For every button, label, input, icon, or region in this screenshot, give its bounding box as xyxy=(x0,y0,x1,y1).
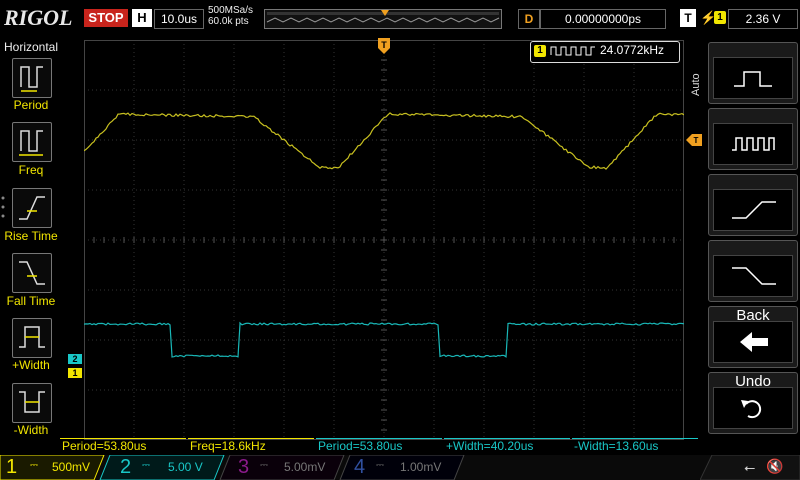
channel-1-scale[interactable]: 500mV xyxy=(52,455,90,480)
delay-indicator[interactable]: D xyxy=(518,9,540,29)
trigger-indicator[interactable]: T xyxy=(680,9,696,27)
measurement-negative-width[interactable]: -Width=13.60us xyxy=(572,438,698,454)
auto-falling-edge-button[interactable] xyxy=(708,240,798,302)
speaker-muted-icon[interactable]: 🔇 xyxy=(766,458,783,475)
negative-width-label: -Width xyxy=(0,423,62,437)
menu-page-dots xyxy=(0,195,8,225)
channel-1-number[interactable]: 1 xyxy=(6,455,17,480)
measurement-period-2[interactable]: Period=53.80us xyxy=(316,438,442,454)
delay-value[interactable]: 0.00000000ps xyxy=(540,9,666,29)
button-face xyxy=(713,123,793,165)
dc-coupling-icon: ⎓ xyxy=(376,460,384,471)
falling-edge-icon xyxy=(714,256,792,296)
button-face xyxy=(713,387,793,429)
measurement-positive-width[interactable]: +Width=40.20us xyxy=(444,438,570,454)
negative-width-icon xyxy=(13,384,51,422)
undo-icon xyxy=(714,388,792,428)
auto-single-pulse-button[interactable] xyxy=(708,42,798,104)
period-icon xyxy=(13,59,51,97)
fall-time-measure-button[interactable] xyxy=(12,253,52,293)
trigger-position-marker[interactable]: T xyxy=(378,38,392,56)
channel-2-offset-marker[interactable]: 2 xyxy=(68,354,82,364)
usb-icon: ⭠ xyxy=(744,459,755,476)
positive-width-icon xyxy=(13,319,51,357)
trigger-level-marker[interactable]: T xyxy=(686,134,704,146)
svg-text:T: T xyxy=(694,136,699,145)
waveform-display[interactable] xyxy=(84,40,684,440)
period-label: Period xyxy=(0,98,62,112)
measurement-period-1[interactable]: Period=53.80us xyxy=(60,438,186,454)
measurement-freq[interactable]: Freq=18.6kHz xyxy=(188,438,314,454)
channel-3-number[interactable]: 3 xyxy=(238,455,249,480)
channel-2-number[interactable]: 2 xyxy=(120,455,131,480)
auto-pulse-train-button[interactable] xyxy=(708,108,798,170)
back-button[interactable]: Back xyxy=(708,306,798,368)
single-pulse-icon xyxy=(714,58,792,98)
auto-mode-label: Auto xyxy=(690,73,702,96)
fall-time-label: Fall Time xyxy=(0,294,62,308)
rise-time-label: Rise Time xyxy=(0,229,62,243)
trigger-source-badge: 1 xyxy=(714,11,726,24)
memory-depth: 60.0k pts xyxy=(208,16,253,27)
freq-measure-button[interactable] xyxy=(12,122,52,162)
negative-width-measure-button[interactable] xyxy=(12,383,52,423)
positive-width-label: +Width xyxy=(0,358,62,372)
rise-time-measure-button[interactable] xyxy=(12,188,52,228)
memory-position-bar[interactable] xyxy=(264,9,502,29)
button-face xyxy=(713,255,793,297)
rise-time-icon xyxy=(13,189,51,227)
button-face xyxy=(713,189,793,231)
rising-edge-icon xyxy=(714,190,792,230)
counter-value: 24.0772kHz xyxy=(600,43,664,57)
channel-3-scale[interactable]: 5.00mV xyxy=(284,455,325,480)
channel-4-number[interactable]: 4 xyxy=(354,455,365,480)
period-measure-button[interactable] xyxy=(12,58,52,98)
undo-button[interactable]: Undo xyxy=(708,372,798,434)
back-arrow-icon xyxy=(714,322,792,362)
counter-source-badge: 1 xyxy=(534,45,546,57)
dc-coupling-icon: ⎓ xyxy=(30,460,38,471)
dc-coupling-icon: ⎓ xyxy=(260,460,268,471)
acquisition-info: 500MSa/s 60.0k pts xyxy=(208,5,253,27)
channel-1-offset-marker[interactable]: 1 xyxy=(68,368,82,378)
channel-2-scale[interactable]: 5.00 V xyxy=(168,455,203,480)
freq-label: Freq xyxy=(0,163,62,177)
button-face xyxy=(713,321,793,363)
fall-time-icon xyxy=(13,254,51,292)
frequency-icon xyxy=(13,123,51,161)
button-face xyxy=(713,57,793,99)
svg-text:T: T xyxy=(381,40,387,50)
sample-rate: 500MSa/s xyxy=(208,5,253,16)
trigger-level-value[interactable]: 2.36 V xyxy=(728,9,798,29)
brand-logo: RIGOL xyxy=(4,5,72,31)
channel-4-scale[interactable]: 1.00mV xyxy=(400,455,441,480)
run-stop-status[interactable]: STOP xyxy=(84,9,128,27)
pulse-train-icon xyxy=(714,124,792,164)
dc-coupling-icon: ⎓ xyxy=(142,460,150,471)
auto-rising-edge-button[interactable] xyxy=(708,174,798,236)
measure-menu-title: Horizontal xyxy=(4,40,58,54)
memory-waveform-preview xyxy=(265,10,501,28)
waveform-grid xyxy=(84,40,684,440)
square-wave-icon xyxy=(550,45,596,57)
positive-width-measure-button[interactable] xyxy=(12,318,52,358)
horizontal-indicator[interactable]: H xyxy=(132,9,152,27)
timebase-value[interactable]: 10.0us xyxy=(154,9,204,29)
